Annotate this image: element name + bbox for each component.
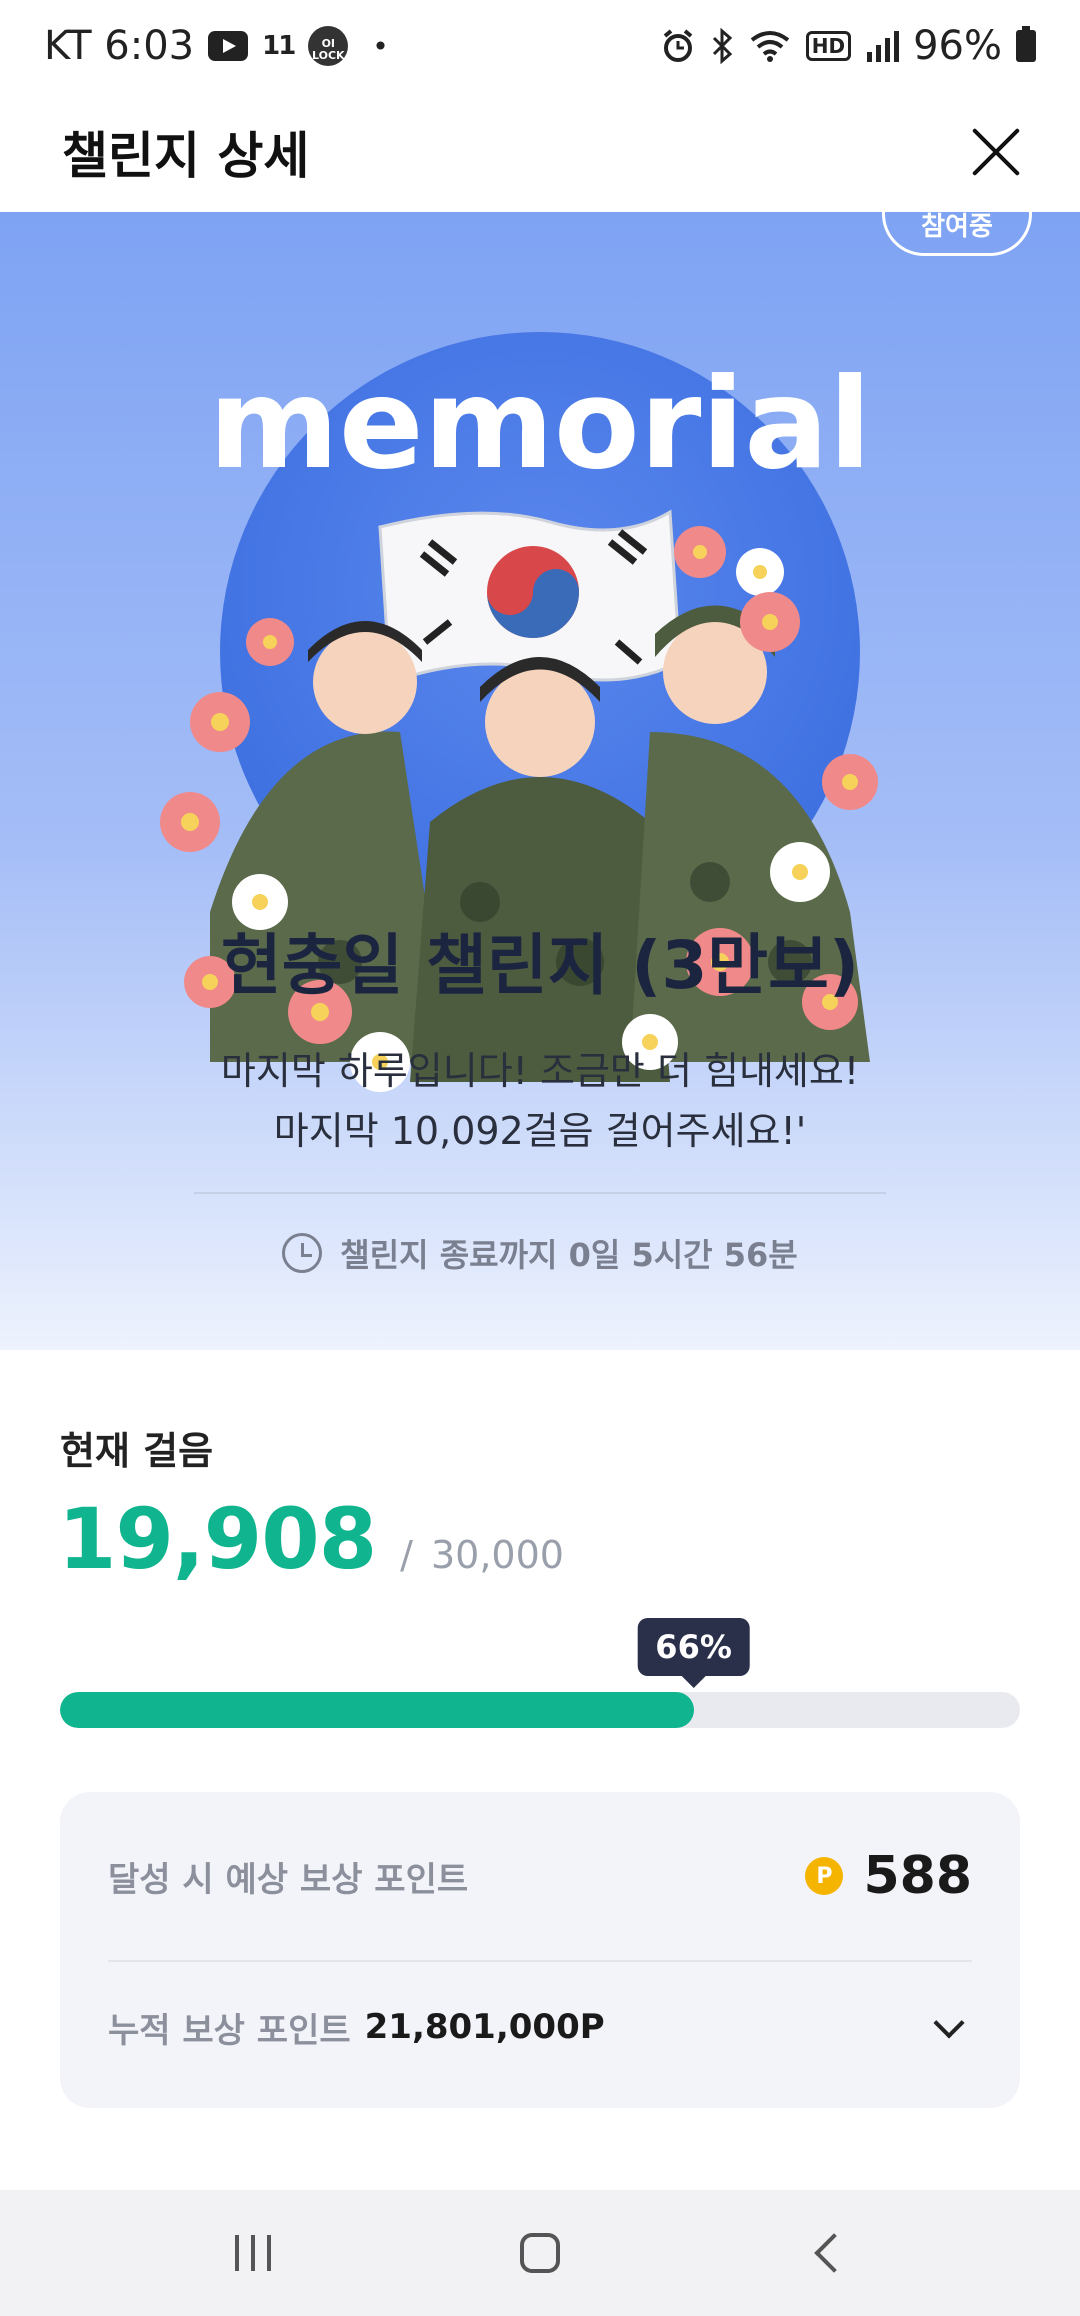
wifi-icon	[750, 31, 789, 62]
participation-status-badge[interactable]: 참여중	[882, 212, 1032, 256]
app-header: 챌린지 상세	[0, 92, 1080, 212]
oi-lock-icon: OI LOCK	[308, 26, 349, 66]
hd-voice-icon: HD	[805, 31, 852, 61]
steps-separator: /	[400, 1533, 413, 1577]
chevron-down-icon[interactable]	[933, 2007, 965, 2039]
back-icon	[813, 2233, 854, 2273]
expected-reward-row: 달성 시 예상 보상 포인트 P 588	[108, 1792, 972, 1960]
progress-percent-tooltip: 66%	[637, 1618, 750, 1688]
home-button[interactable]	[480, 2208, 600, 2298]
bluetooth-icon	[712, 28, 732, 64]
signal-icon	[867, 31, 900, 62]
expected-reward-label: 달성 시 예상 보상 포인트	[108, 1859, 469, 1900]
system-nav-bar	[0, 2190, 1080, 2316]
challenge-description-line2: 마지막 10,092걸음 걸어주세요!'	[273, 1109, 807, 1153]
battery-percent: 96%	[913, 23, 1002, 69]
remaining-time: 챌린지 종료까지 0일 5시간 56분	[0, 1230, 1080, 1276]
accumulated-reward-toggle[interactable]: 누적 보상 포인트 21,801,000P	[108, 1962, 972, 2092]
close-button[interactable]	[960, 116, 1032, 188]
reward-card: 달성 시 예상 보상 포인트 P 588 누적 보상 포인트 21,801,00…	[60, 1792, 1020, 2108]
current-steps-label: 현재 걸음	[60, 1429, 214, 1473]
status-bar: KT 6:03 11 OI LOCK • HD 96%	[0, 0, 1080, 92]
recent-apps-button[interactable]	[193, 2208, 313, 2298]
back-button[interactable]	[767, 2208, 887, 2298]
notification-dot-icon: •	[372, 29, 389, 63]
alarm-icon	[663, 29, 693, 62]
accumulated-reward-value: 21,801,000P	[364, 2007, 605, 2047]
steps-progress-fill	[60, 1692, 694, 1728]
expected-reward-value: 588	[863, 1846, 972, 1906]
page-title: 챌린지 상세	[62, 127, 310, 185]
challenge-hero: 참여중 memorial 현충일 챌린지 (3만보) 마지막 하루입니다! 조금…	[0, 212, 1080, 1350]
recent-apps-icon	[235, 2235, 272, 2271]
point-coin-icon: P	[805, 1857, 844, 1895]
clock-icon	[282, 1233, 323, 1273]
challenge-title: 현충일 챌린지 (3만보)	[221, 927, 859, 1004]
accumulated-reward: 누적 보상 포인트 21,801,000P	[108, 2003, 605, 2052]
home-icon	[519, 2233, 560, 2273]
carrier-time: KT 6:03	[44, 23, 195, 69]
hero-divider	[194, 1192, 886, 1194]
status-bar-left: KT 6:03 11 OI LOCK •	[44, 23, 389, 69]
remaining-time-text: 챌린지 종료까지 0일 5시간 56분	[340, 1236, 798, 1274]
current-steps-value: 19,908	[58, 1490, 377, 1588]
challenge-description-line1: 마지막 하루입니다! 조금만 더 힘내세요!	[220, 1049, 860, 1093]
steps-count-row: 19,908 / 30,000	[58, 1490, 564, 1588]
accumulated-reward-label: 누적 보상 포인트	[108, 2010, 351, 2051]
eleven-st-icon: 11	[262, 31, 296, 61]
goal-steps-value: 30,000	[430, 1533, 564, 1577]
expected-reward: P 588	[805, 1846, 972, 1906]
status-bar-right: HD 96%	[660, 23, 1036, 69]
battery-icon	[1016, 26, 1036, 62]
steps-progress-bar[interactable]	[60, 1692, 1020, 1728]
memorial-wordmark: memorial	[209, 352, 872, 497]
youtube-icon	[208, 31, 249, 61]
